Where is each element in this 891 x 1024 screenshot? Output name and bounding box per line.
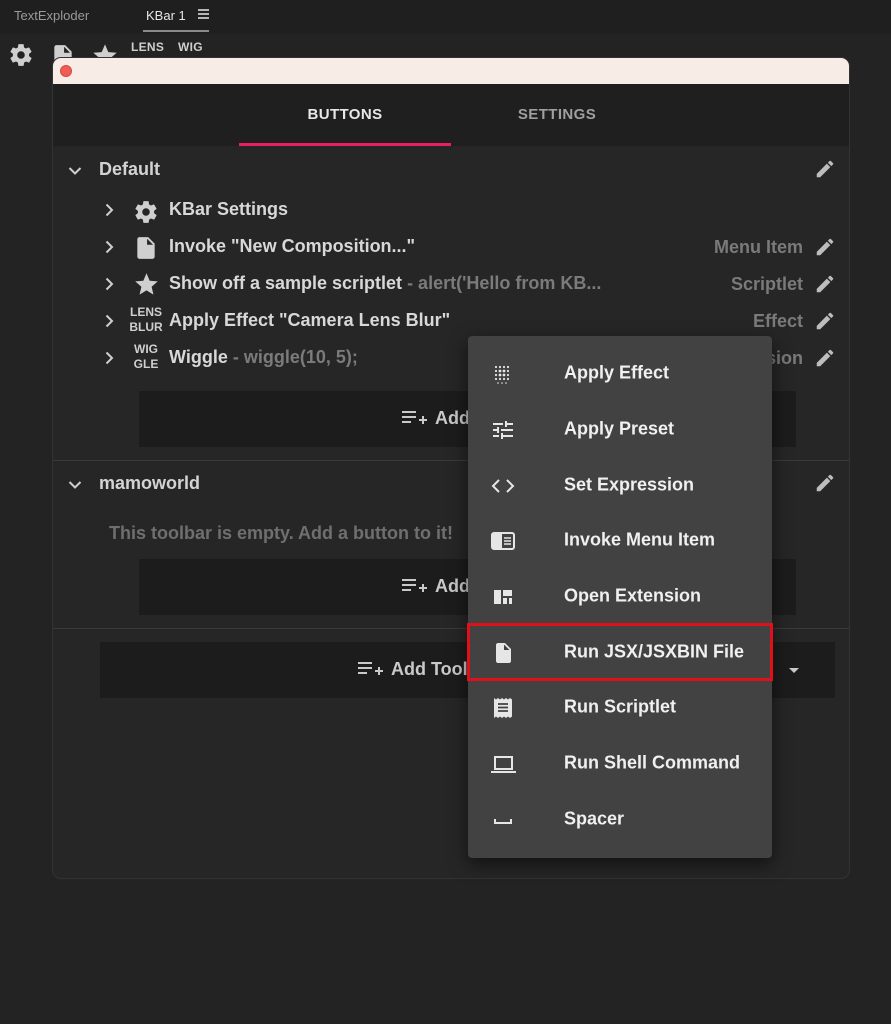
- edit-pencil-icon[interactable]: [814, 472, 836, 494]
- edit-pencil-icon[interactable]: [814, 347, 836, 369]
- spacer-icon: [494, 819, 512, 824]
- group-title: Default: [99, 159, 161, 179]
- button-label: Apply Effect "Camera Lens Blur": [169, 310, 451, 330]
- menu-item-set-expression[interactable]: Set Expression: [468, 458, 772, 514]
- edit-pencil-icon[interactable]: [814, 273, 836, 295]
- button-row[interactable]: Show off a sample scriptlet - alert('Hel…: [53, 266, 849, 303]
- dropdown-arrow-icon[interactable]: [787, 663, 801, 677]
- chevron-right-icon[interactable]: [101, 202, 117, 218]
- menu-item-run-shell-command[interactable]: Run Shell Command: [468, 736, 772, 792]
- gear-icon: [135, 201, 157, 223]
- close-window-button[interactable]: [60, 65, 72, 77]
- button-row[interactable]: KBar Settings: [53, 192, 849, 229]
- button-type-label: Menu Item: [713, 237, 803, 257]
- edit-pencil-icon[interactable]: [814, 310, 836, 332]
- button-label: Wiggle - wiggle(10, 5);: [169, 347, 358, 367]
- laptop-icon: [491, 756, 516, 773]
- button-row[interactable]: LENS BLUR Apply Effect "Camera Lens Blur…: [53, 303, 849, 340]
- playlist-add-icon: [358, 662, 383, 675]
- extension-layout-icon: [494, 590, 512, 604]
- settings-tab-bar: BUTTONS SETTINGS: [53, 84, 849, 146]
- menu-item-invoke-menu-item[interactable]: Invoke Menu Item: [468, 513, 772, 569]
- button-label: Show off a sample scriptlet - alert('Hel…: [169, 273, 602, 293]
- gear-icon[interactable]: [8, 42, 34, 68]
- chevron-right-icon[interactable]: [101, 239, 117, 255]
- menu-item-apply-preset[interactable]: Apply Preset: [468, 402, 772, 458]
- code-icon: [491, 479, 515, 493]
- playlist-add-icon: [402, 579, 427, 592]
- chevron-right-icon[interactable]: [101, 350, 117, 366]
- active-tab-indicator: [239, 143, 451, 146]
- chevron-right-icon[interactable]: [101, 313, 117, 329]
- dots-grid-icon: [494, 365, 510, 384]
- text-icon: LENS BLUR: [129, 305, 163, 334]
- chevron-right-icon[interactable]: [101, 276, 117, 292]
- button-label: KBar Settings: [169, 199, 289, 219]
- button-label: Invoke "New Composition...": [169, 236, 416, 256]
- playlist-add-icon: [402, 411, 427, 424]
- panel-tab-textexploder[interactable]: TextExploder: [14, 8, 89, 23]
- toolbar-group-default[interactable]: Default: [53, 159, 849, 193]
- scriptlet-icon: [494, 698, 512, 718]
- edit-pencil-icon[interactable]: [814, 236, 836, 258]
- star-icon: [135, 273, 158, 295]
- edit-pencil-icon[interactable]: [814, 158, 836, 180]
- group-title: mamoworld: [99, 473, 201, 493]
- sliders-icon: [493, 421, 513, 439]
- panel-tab-kbar[interactable]: KBar 1: [146, 8, 186, 23]
- tab-settings[interactable]: SETTINGS: [451, 106, 663, 123]
- chevron-down-icon[interactable]: [67, 477, 83, 493]
- button-row[interactable]: Invoke "New Composition..." Menu Item: [53, 229, 849, 266]
- file-icon: [137, 237, 155, 259]
- empty-toolbar-message: This toolbar is empty. Add a button to i…: [109, 523, 453, 543]
- menu-item-spacer[interactable]: Spacer: [468, 792, 772, 848]
- menu-item-apply-effect[interactable]: Apply Effect: [468, 346, 772, 402]
- menu-item-open-extension[interactable]: Open Extension: [468, 569, 772, 625]
- panel-tab-bar: TextExploder KBar 1: [0, 0, 891, 34]
- button-type-label: Effect: [752, 311, 803, 331]
- highlight-box: [467, 623, 773, 681]
- menu-item-run-scriptlet[interactable]: Run Scriptlet: [468, 680, 772, 736]
- menu-window-icon: [491, 532, 515, 550]
- window-titlebar[interactable]: [53, 58, 849, 84]
- tab-buttons[interactable]: BUTTONS: [239, 106, 451, 123]
- button-type-label: Scriptlet: [730, 274, 803, 294]
- chevron-down-icon[interactable]: [67, 163, 83, 179]
- strip-lens-label[interactable]: LENS: [131, 40, 164, 54]
- panel-tab-indicator: [143, 30, 209, 32]
- text-icon: WIG GLE: [133, 342, 159, 371]
- strip-wig-label[interactable]: WIG: [178, 40, 203, 54]
- panel-menu-icon[interactable]: [198, 9, 209, 19]
- add-button-type-menu: Apply Effect Apply Preset Set Expression…: [468, 336, 772, 858]
